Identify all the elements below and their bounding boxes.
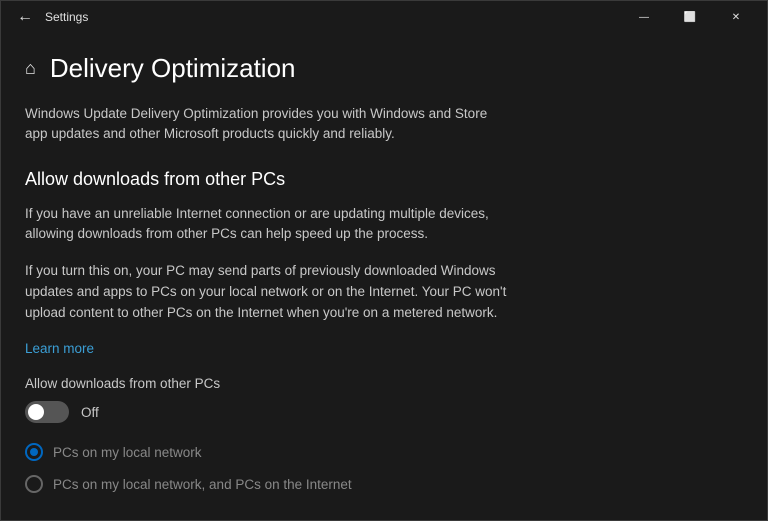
back-icon: ← bbox=[17, 8, 33, 26]
home-icon: ⌂ bbox=[25, 58, 36, 79]
settings-window: ← Settings — ⬜ ✕ ⌂ Delivery Optimization… bbox=[0, 0, 768, 521]
radio-item-internet[interactable]: PCs on my local network, and PCs on the … bbox=[25, 475, 743, 493]
maximize-button[interactable]: ⬜ bbox=[667, 1, 713, 33]
back-button[interactable]: ← bbox=[9, 1, 41, 33]
titlebar-title: Settings bbox=[41, 10, 621, 24]
toggle-row: Off bbox=[25, 401, 743, 423]
minimize-icon: — bbox=[639, 12, 649, 23]
allow-downloads-label: Allow downloads from other PCs bbox=[25, 376, 743, 391]
section-title: Allow downloads from other PCs bbox=[25, 169, 743, 190]
close-button[interactable]: ✕ bbox=[713, 1, 759, 33]
radio-circle-internet bbox=[25, 475, 43, 493]
radio-item-local[interactable]: PCs on my local network bbox=[25, 443, 743, 461]
radio-label-local: PCs on my local network bbox=[53, 445, 202, 460]
titlebar: ← Settings — ⬜ ✕ bbox=[1, 1, 767, 33]
info-text-1: If you have an unreliable Internet conne… bbox=[25, 204, 525, 246]
toggle-thumb bbox=[28, 404, 44, 420]
close-icon: ✕ bbox=[732, 12, 740, 23]
radio-group: PCs on my local network PCs on my local … bbox=[25, 443, 743, 493]
maximize-icon: ⬜ bbox=[684, 12, 696, 23]
window-controls: — ⬜ ✕ bbox=[621, 1, 759, 33]
radio-circle-local bbox=[25, 443, 43, 461]
info-text-2: If you turn this on, your PC may send pa… bbox=[25, 261, 525, 324]
page-title: Delivery Optimization bbox=[50, 53, 296, 84]
page-description: Windows Update Delivery Optimization pro… bbox=[25, 104, 505, 145]
toggle-track bbox=[25, 401, 69, 423]
page-header: ⌂ Delivery Optimization bbox=[25, 53, 743, 84]
learn-more-link[interactable]: Learn more bbox=[25, 341, 94, 356]
allow-downloads-toggle[interactable] bbox=[25, 401, 69, 423]
toggle-status-label: Off bbox=[81, 405, 99, 420]
minimize-button[interactable]: — bbox=[621, 1, 667, 33]
radio-label-internet: PCs on my local network, and PCs on the … bbox=[53, 477, 352, 492]
main-content: ⌂ Delivery Optimization Windows Update D… bbox=[1, 33, 767, 520]
